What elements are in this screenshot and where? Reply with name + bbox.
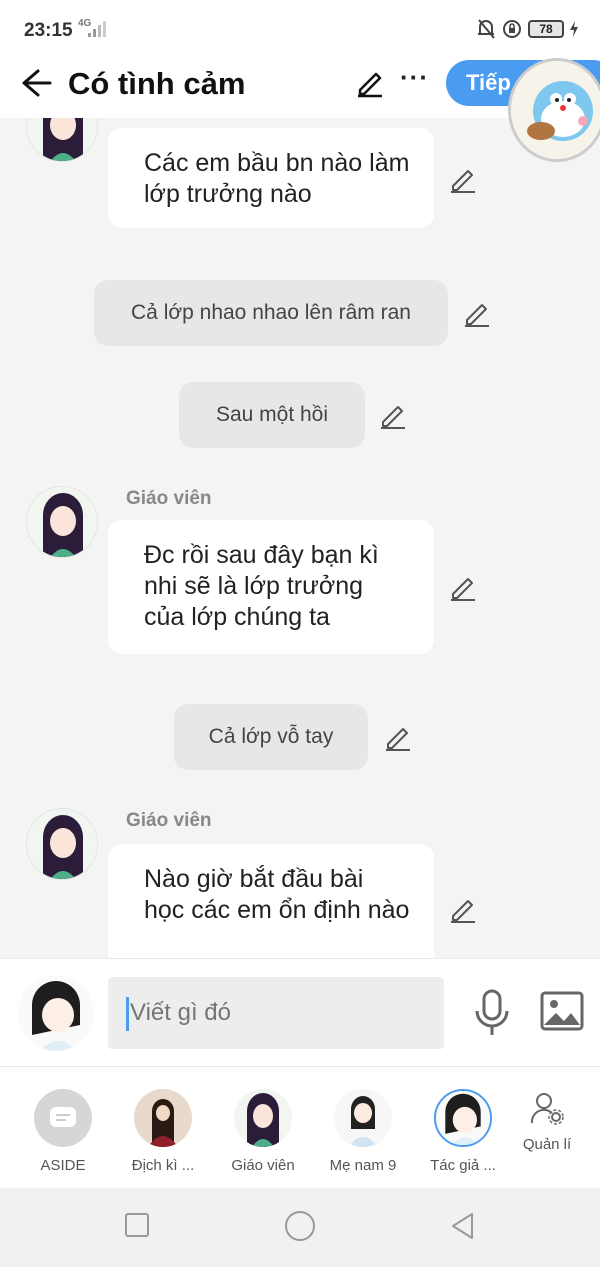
doraemon-sticker-icon xyxy=(511,61,600,159)
edit-message-icon[interactable] xyxy=(378,400,408,430)
message-bubble[interactable]: Đc rồi sau đây bạn kì nhi sẽ là lớp trưở… xyxy=(108,520,434,654)
user-settings-icon xyxy=(530,1093,564,1125)
next-button-label: Tiếp xyxy=(466,70,511,95)
message-text: Nào giờ bắt đầu bài học các em ổn định n… xyxy=(144,865,410,924)
status-time: 23:15 xyxy=(24,20,73,41)
battery-indicator: 78 xyxy=(528,20,564,38)
avatar[interactable] xyxy=(26,118,98,162)
image-icon[interactable] xyxy=(540,991,584,1031)
manage-button[interactable]: Quản lí xyxy=(516,1091,578,1153)
character-label: ASIDE xyxy=(40,1157,86,1174)
system-nav-bar xyxy=(0,1188,600,1267)
avatar[interactable] xyxy=(26,486,98,558)
narration-text: Cả lớp vỗ tay xyxy=(208,725,334,748)
message-input[interactable] xyxy=(108,977,444,1049)
message-bubble[interactable]: Các em bầu bn nào làm lớp trưởng nào xyxy=(108,128,434,228)
chat-area[interactable]: Các em bầu bn nào làm lớp trưởng nào Cả … xyxy=(0,118,600,958)
signal-icon xyxy=(88,21,106,37)
teacher-avatar-icon xyxy=(27,487,97,557)
back-triangle-icon[interactable] xyxy=(450,1212,476,1240)
narration-bubble[interactable]: Sau một hồi xyxy=(179,382,365,448)
narration-bubble[interactable]: Cả lớp nhao nhao lên râm ran xyxy=(94,280,448,346)
character-giao-vien[interactable]: Giáo viên xyxy=(218,1089,308,1174)
edit-message-icon[interactable] xyxy=(448,164,478,194)
character-avatar xyxy=(134,1089,192,1147)
avatar[interactable] xyxy=(26,808,98,880)
edit-message-icon[interactable] xyxy=(383,722,413,752)
teacher-avatar-icon xyxy=(27,118,97,161)
sender-name: Giáo viên xyxy=(126,488,212,509)
microphone-icon[interactable] xyxy=(472,989,512,1037)
narration-text: Sau một hồi xyxy=(215,403,329,426)
text-caret xyxy=(126,997,129,1031)
recents-square-icon[interactable] xyxy=(124,1212,150,1238)
edit-message-icon[interactable] xyxy=(462,298,492,328)
character-me-nam-9[interactable]: Mẹ nam 9 xyxy=(318,1089,408,1174)
edit-title-icon[interactable] xyxy=(354,66,386,98)
rotation-lock-icon xyxy=(503,20,521,38)
floating-sticker[interactable] xyxy=(508,58,600,162)
charging-icon xyxy=(570,21,578,37)
home-circle-icon[interactable] xyxy=(284,1210,316,1242)
character-avatar xyxy=(434,1089,492,1147)
author-avatar-icon xyxy=(18,975,94,1051)
character-avatar xyxy=(334,1089,392,1147)
character-aside[interactable]: ASIDE xyxy=(18,1089,108,1174)
character-bar: ASIDE Địch kì ... Giáo viên Mẹ nam 9 Tác… xyxy=(0,1066,600,1188)
message-text: Các em bầu bn nào làm lớp trưởng nào xyxy=(144,149,410,208)
character-label: Địch kì ... xyxy=(131,1157,195,1174)
teacher-avatar-icon xyxy=(27,809,97,879)
mute-bell-icon xyxy=(478,19,495,39)
character-tac-gia[interactable]: Tác giả ... xyxy=(418,1089,508,1174)
character-label: Giáo viên xyxy=(231,1157,295,1174)
manage-label: Quản lí xyxy=(522,1136,572,1153)
narration-bubble[interactable]: Cả lớp vỗ tay xyxy=(174,704,368,770)
edit-message-icon[interactable] xyxy=(448,894,478,924)
character-label: Mẹ nam 9 xyxy=(329,1157,397,1174)
page-title: Có tình cảm xyxy=(68,66,246,101)
back-arrow-icon[interactable] xyxy=(18,65,54,101)
character-avatar xyxy=(234,1089,292,1147)
status-bar: 23:15 4G 78 xyxy=(0,0,600,60)
character-dich-ki[interactable]: Địch kì ... xyxy=(118,1089,208,1174)
edit-message-icon[interactable] xyxy=(448,572,478,602)
sender-name: Giáo viên xyxy=(126,810,212,831)
message-text: Đc rồi sau đây bạn kì nhi sẽ là lớp trưở… xyxy=(144,541,379,631)
aside-icon xyxy=(34,1089,92,1147)
message-input-bar xyxy=(0,958,600,1066)
more-options-icon[interactable]: ··· xyxy=(400,62,429,93)
character-label: Tác giả ... xyxy=(430,1157,496,1174)
message-bubble[interactable]: Nào giờ bắt đầu bài học các em ổn định n… xyxy=(108,844,434,958)
narration-text: Cả lớp nhao nhao lên râm ran xyxy=(131,301,411,324)
current-character-avatar[interactable] xyxy=(18,975,94,1051)
